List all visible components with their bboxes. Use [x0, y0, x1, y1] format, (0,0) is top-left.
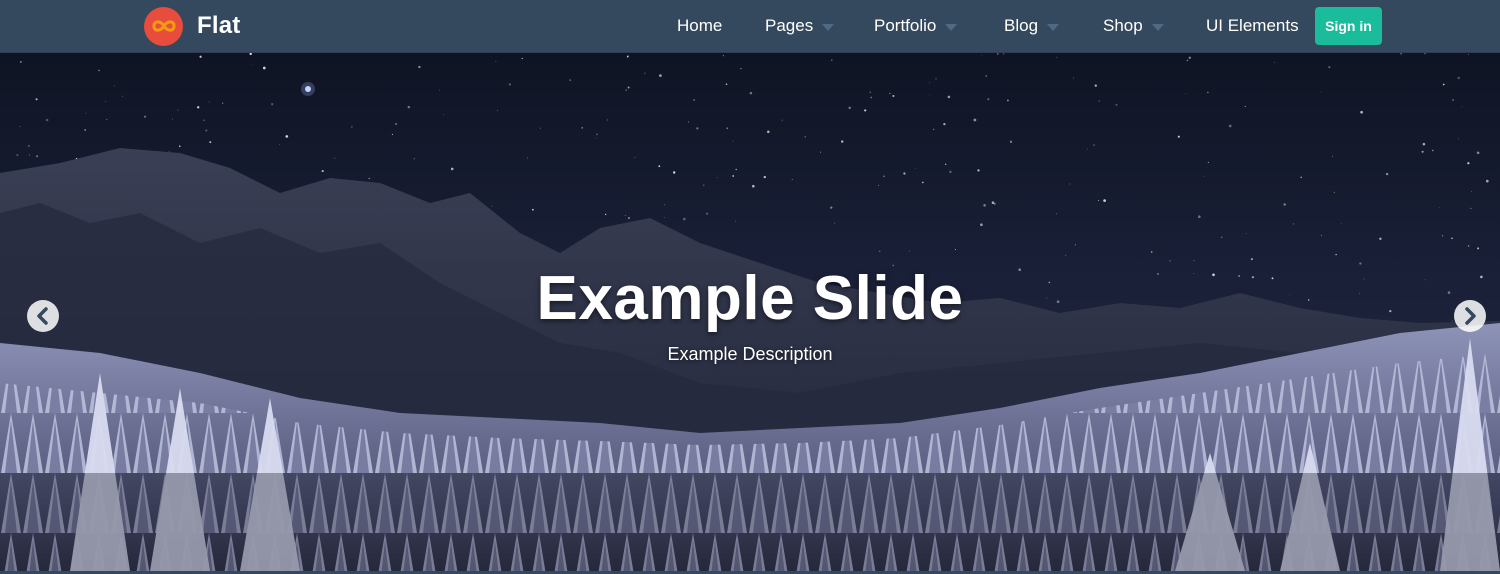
carousel-prev-button[interactable] [27, 300, 59, 332]
nav-item-pages[interactable]: Pages [765, 15, 835, 37]
nav-item-label: UI Elements [1206, 16, 1299, 35]
chevron-right-icon [1465, 307, 1476, 325]
sign-in-button[interactable]: Sign in [1315, 7, 1382, 45]
nav-item-label: Pages [765, 16, 814, 35]
infinity-icon [144, 6, 183, 46]
nav-item-shop[interactable]: Shop [1103, 15, 1164, 37]
hero-slider: Example Slide Example Description [0, 53, 1500, 571]
caret-down-icon [1151, 23, 1164, 31]
caret-down-icon [1047, 23, 1060, 31]
caret-down-icon [945, 23, 958, 31]
slide-description: Example Description [667, 344, 833, 364]
caret-down-icon [822, 23, 835, 31]
carousel-next-button[interactable] [1454, 300, 1486, 332]
nav-item-label: Blog [1004, 16, 1039, 35]
brand-name: Flat [197, 12, 241, 39]
nav-item-ui-elements[interactable]: UI Elements [1206, 15, 1299, 37]
chevron-left-icon [37, 307, 48, 325]
nav-item-label: Home [677, 16, 723, 35]
nav-item-portfolio[interactable]: Portfolio [874, 15, 958, 37]
brand-link[interactable]: Flat [144, 6, 240, 46]
slide-title: Example Slide [536, 264, 964, 333]
nav-item-label: Shop [1103, 16, 1143, 35]
nav-item-home[interactable]: Home [677, 15, 722, 37]
nav-item-label: Portfolio [874, 16, 937, 35]
nav-item-blog[interactable]: Blog [1004, 15, 1060, 37]
top-navbar: Flat Home Pages Portfolio Blog Shop UI E… [0, 0, 1500, 53]
